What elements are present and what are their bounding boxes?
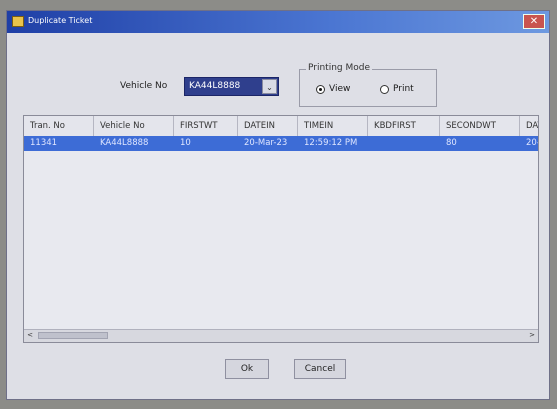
radio-print-dot[interactable]	[380, 85, 389, 94]
ok-button[interactable]: Ok	[225, 359, 269, 379]
radio-view-label[interactable]: View	[329, 84, 350, 94]
scroll-right-icon[interactable]: >	[526, 330, 538, 341]
cell-timein: 12:59:12 PM	[304, 138, 358, 148]
radio-print-label[interactable]: Print	[393, 84, 414, 94]
col-header-vehicle-no[interactable]: Vehicle No	[94, 116, 174, 136]
table-row[interactable]: 11341 KA44L8888 10 20-Mar-23 12:59:12 PM…	[24, 136, 538, 151]
title-bar[interactable]: Duplicate Ticket ✕	[7, 11, 549, 33]
vehicle-no-label: Vehicle No	[120, 81, 168, 91]
col-header-firstwt[interactable]: FIRSTWT	[174, 116, 238, 136]
radio-view-dot[interactable]	[316, 85, 325, 94]
tickets-grid[interactable]: Tran. No Vehicle No FIRSTWT DATEIN TIMEI…	[23, 115, 539, 343]
scroll-thumb[interactable]	[38, 332, 108, 339]
window-title: Duplicate Ticket	[28, 16, 93, 25]
close-button[interactable]: ✕	[523, 14, 545, 29]
cell-tran-no: 11341	[30, 138, 58, 148]
horizontal-scrollbar[interactable]: < >	[24, 329, 538, 342]
printing-mode-legend: Printing Mode	[306, 63, 373, 73]
duplicate-ticket-window: Duplicate Ticket ✕ Vehicle No KA44L8888 …	[6, 10, 550, 400]
cell-datein: 20-Mar-23	[244, 138, 288, 148]
cell-dateout: 20-I	[526, 138, 538, 148]
vehicle-no-dropdown[interactable]: KA44L8888 ⌄	[184, 77, 279, 96]
cell-secondwt: 80	[446, 138, 457, 148]
col-header-secondwt[interactable]: SECONDWT	[440, 116, 520, 136]
col-header-timein[interactable]: TIMEIN	[298, 116, 368, 136]
printing-mode-group: Printing Mode View Print	[299, 63, 437, 107]
cell-firstwt: 10	[180, 138, 191, 148]
vehicle-no-value: KA44L8888	[189, 81, 241, 91]
scroll-left-icon[interactable]: <	[24, 330, 36, 341]
app-icon	[12, 16, 24, 27]
cell-kbdfirst	[368, 136, 440, 151]
col-header-date[interactable]: DAT	[520, 116, 538, 136]
cancel-button[interactable]: Cancel	[294, 359, 346, 379]
col-header-kbdfirst[interactable]: KBDFIRST	[368, 116, 440, 136]
chevron-down-icon[interactable]: ⌄	[262, 79, 277, 94]
col-header-tran-no[interactable]: Tran. No	[24, 116, 94, 136]
cell-vehicle-no: KA44L8888	[100, 138, 149, 148]
grid-header: Tran. No Vehicle No FIRSTWT DATEIN TIMEI…	[24, 116, 538, 137]
col-header-datein[interactable]: DATEIN	[238, 116, 298, 136]
